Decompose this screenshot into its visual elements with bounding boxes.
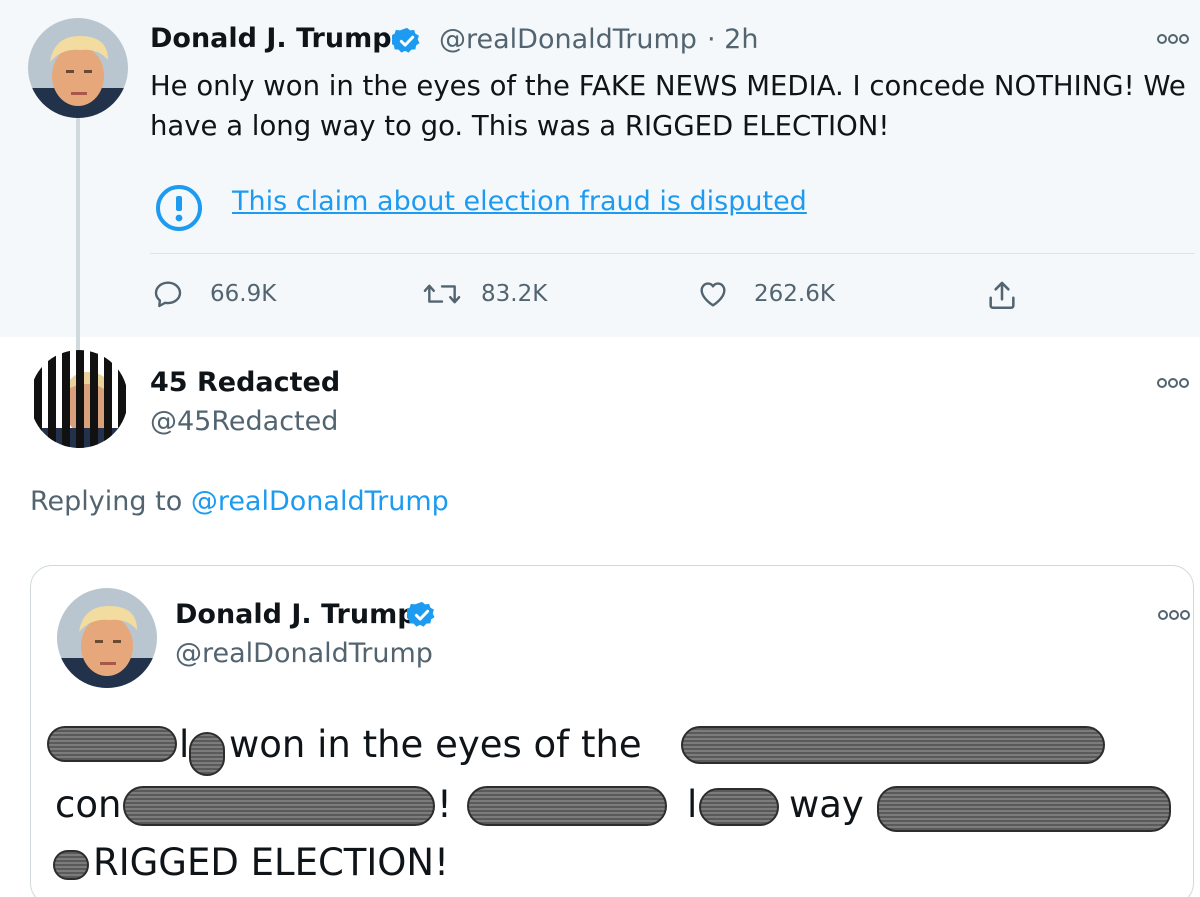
redacted-text-fragment: ! <box>437 783 452 826</box>
tweet-text-line: He only won in the eyes of the FAKE NEWS… <box>150 70 1186 102</box>
redacted-text-fragment: l <box>687 783 698 826</box>
author-handle[interactable]: @realDonaldTrump <box>439 24 697 55</box>
avatar[interactable] <box>28 18 128 118</box>
avatar[interactable] <box>57 588 157 688</box>
tweet-text: He only won in the eyes of the FAKE NEWS… <box>150 66 1186 146</box>
redaction-mark <box>189 732 225 776</box>
disputed-notice-link[interactable]: This claim about election fraud is dispu… <box>232 186 807 217</box>
like-icon <box>700 282 726 307</box>
redacted-text-fragment: won in the eyes of the <box>229 723 642 766</box>
reply-count: 66.9K <box>210 281 277 307</box>
author-name[interactable]: Donald J. Trump <box>150 23 392 54</box>
avatar[interactable] <box>30 350 128 448</box>
tweet-text-line: have a long way to go. This was a RIGGED… <box>150 110 890 142</box>
thread-connector <box>76 118 80 354</box>
author-handle[interactable]: @45Redacted <box>150 406 338 437</box>
reply-icon <box>154 281 182 308</box>
share-button[interactable] <box>985 278 1025 314</box>
more-options-icon[interactable] <box>1156 30 1190 49</box>
author-handle[interactable]: @realDonaldTrump <box>175 638 433 669</box>
more-options-icon[interactable] <box>1156 374 1190 393</box>
retweet-button[interactable]: 83.2K <box>423 278 573 314</box>
verified-badge-icon <box>405 600 437 634</box>
divider <box>150 253 1195 254</box>
main-tweet[interactable]: Donald J. Trump @realDonaldTrump · 2h He… <box>0 0 1200 337</box>
reply-button[interactable]: 66.9K <box>152 278 302 314</box>
redaction-mark <box>123 786 435 826</box>
retweet-icon <box>423 284 461 304</box>
replying-prefix: Replying to <box>30 486 183 517</box>
author-name[interactable]: Donald J. Trump <box>175 599 417 630</box>
share-icon <box>989 281 1015 310</box>
redaction-mark <box>699 788 779 826</box>
redacted-text-fragment: way <box>789 783 864 826</box>
replying-to: Replying to @realDonaldTrump <box>30 486 449 517</box>
quoted-tweet-card[interactable]: Donald J. Trump @realDonaldTrump l won i… <box>30 565 1194 897</box>
author-name[interactable]: 45 Redacted <box>150 367 340 398</box>
redaction-mark <box>467 786 667 826</box>
disputed-notice-icon <box>150 184 208 236</box>
redacted-text-fragment: RIGGED ELECTION! <box>93 841 449 884</box>
disputed-notice[interactable]: This claim about election fraud is dispu… <box>150 180 850 232</box>
like-button[interactable]: 262.6K <box>696 278 856 314</box>
redacted-text-fragment: con <box>55 783 122 826</box>
replying-mention-link[interactable]: @realDonaldTrump <box>191 486 449 517</box>
redacted-text-fragment: l <box>179 723 190 766</box>
like-count: 262.6K <box>754 281 835 307</box>
redaction-mark <box>53 850 89 880</box>
redaction-mark <box>47 726 177 762</box>
retweet-count: 83.2K <box>481 281 548 307</box>
redaction-mark <box>681 726 1105 764</box>
tweet-time[interactable]: · 2h <box>707 24 758 55</box>
more-options-icon[interactable] <box>1157 606 1191 625</box>
redaction-mark <box>877 786 1171 832</box>
verified-badge-icon <box>390 26 422 60</box>
